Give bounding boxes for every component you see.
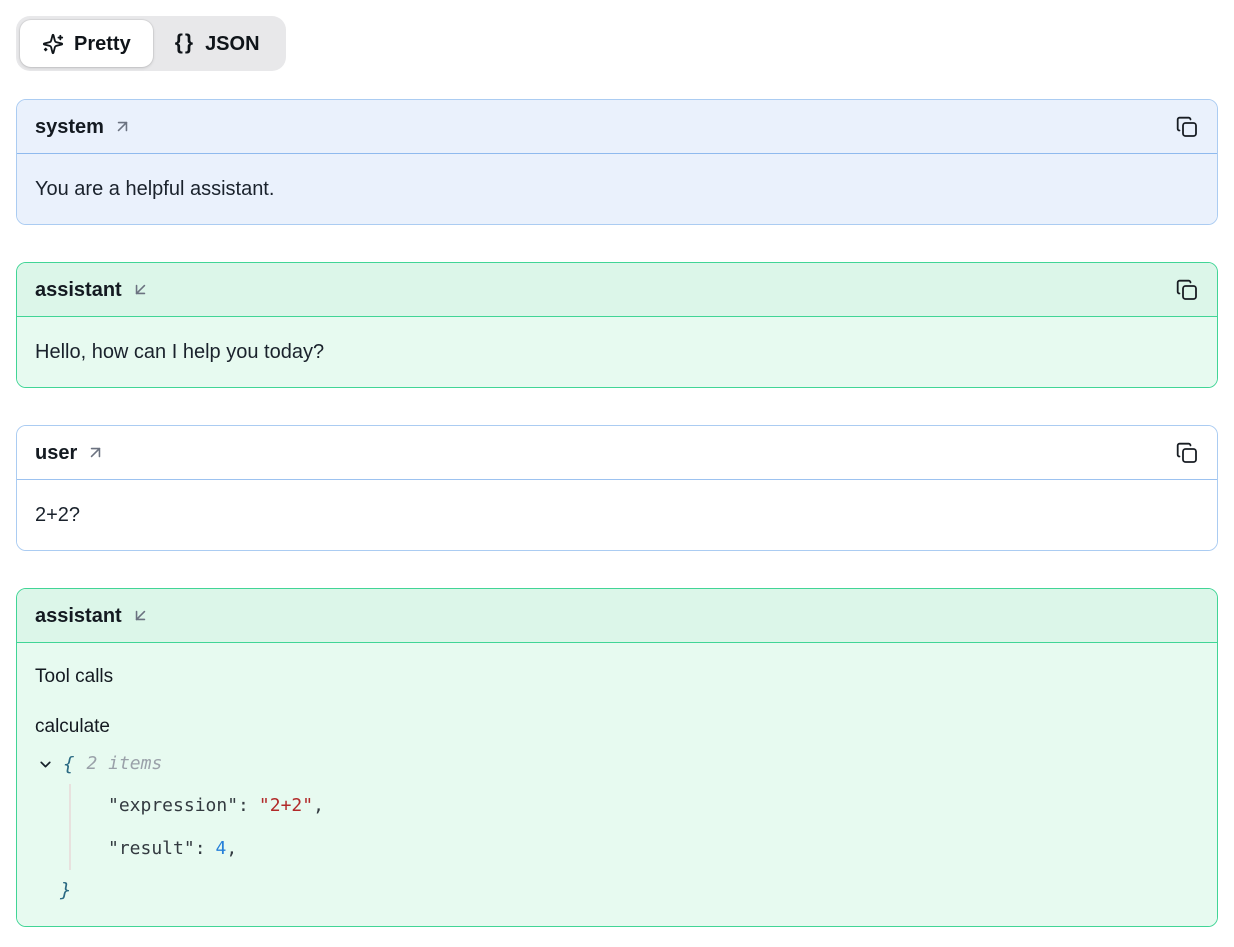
message-card-assistant-tool: assistant Tool calls calculate xyxy=(16,588,1218,927)
tool-calls-section: Tool calls calculate { 2 items "expressi… xyxy=(17,643,1217,926)
json-colon: : xyxy=(195,837,206,861)
json-tree-viewer: { 2 items "expression": "2+2", "result":4… xyxy=(35,744,1199,910)
tool-name: calculate xyxy=(35,715,1199,738)
json-comma: , xyxy=(226,837,237,861)
role-label: assistant xyxy=(35,278,122,302)
arrow-down-left-icon xyxy=(131,606,150,625)
json-view-label: JSON xyxy=(205,34,259,54)
json-entry-result: "result":4, xyxy=(108,827,1199,870)
message-card-system: system You are a helpful assistant. xyxy=(16,99,1218,225)
json-tree-root-row: { 2 items xyxy=(37,744,1199,784)
role-label: system xyxy=(35,115,104,139)
copy-button[interactable] xyxy=(1175,115,1199,139)
curly-braces-icon: {} xyxy=(175,32,195,53)
json-key: "expression" xyxy=(108,794,238,818)
open-brace: { xyxy=(63,752,74,776)
role-label: assistant xyxy=(35,604,122,628)
copy-button[interactable] xyxy=(1175,278,1199,302)
message-header: system xyxy=(17,100,1217,154)
json-entry-expression: "expression": "2+2", xyxy=(108,784,1199,827)
json-colon: : xyxy=(238,794,249,818)
json-string-value: "2+2" xyxy=(259,794,313,818)
json-tree-close-row: } xyxy=(37,870,1199,910)
collapse-toggle-chevron-down-icon[interactable] xyxy=(37,756,54,773)
message-card-assistant: assistant Hello, how can I help you toda… xyxy=(16,262,1218,388)
arrow-up-right-icon xyxy=(86,443,105,462)
tool-calls-heading: Tool calls xyxy=(35,665,1199,688)
role-label: user xyxy=(35,441,77,465)
arrow-up-right-icon xyxy=(113,117,132,136)
pretty-view-label: Pretty xyxy=(74,34,131,54)
pretty-view-button[interactable]: Pretty xyxy=(20,20,153,67)
copy-button[interactable] xyxy=(1175,441,1199,465)
json-view-button[interactable]: {} JSON xyxy=(153,20,282,67)
close-brace: } xyxy=(60,878,71,902)
message-content: Hello, how can I help you today? xyxy=(17,317,1217,387)
items-count: 2 items xyxy=(86,752,162,776)
json-tree-children: "expression": "2+2", "result":4, xyxy=(69,784,1199,870)
message-content: You are a helpful assistant. xyxy=(17,154,1217,224)
arrow-down-left-icon xyxy=(131,280,150,299)
message-header: user xyxy=(17,426,1217,480)
message-card-user: user 2+2? xyxy=(16,425,1218,551)
json-number-value: 4 xyxy=(216,837,227,861)
json-key: "result" xyxy=(108,837,195,861)
conversation-viewer: Pretty {} JSON system xyxy=(0,0,1234,947)
sparkles-icon xyxy=(42,33,64,55)
message-header: assistant xyxy=(17,589,1217,643)
message-content: 2+2? xyxy=(17,480,1217,550)
view-toggle: Pretty {} JSON xyxy=(16,16,286,71)
message-header: assistant xyxy=(17,263,1217,317)
json-comma: , xyxy=(313,794,324,818)
